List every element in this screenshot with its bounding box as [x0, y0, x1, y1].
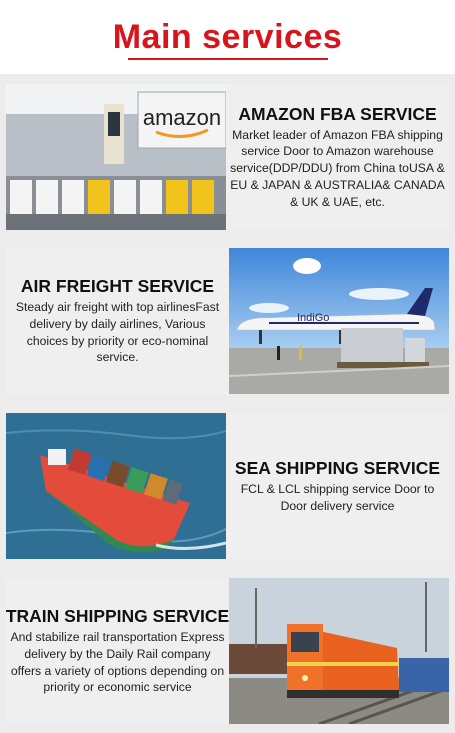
cargo-plane-image: IndiGo — [229, 248, 449, 394]
container-ship-image — [6, 413, 226, 559]
page-title-text: Main services — [112, 18, 343, 56]
service-description: And stabilize rail transportation Expres… — [10, 629, 225, 695]
service-text-amazon-fba: AMAZON FBA SERVICE Market leader of Amaz… — [226, 84, 449, 230]
title-underline — [128, 58, 328, 60]
service-description: Market leader of Amazon FBA shipping ser… — [230, 127, 445, 209]
train-image — [229, 578, 449, 724]
page-title: Main services — [0, 0, 455, 74]
service-card-amazon-fba[interactable]: amazon AMAZON FBA SERVICE Market leader … — [6, 84, 449, 230]
service-title: TRAIN SHIPPING SERVICE — [6, 605, 230, 626]
service-title: AMAZON FBA SERVICE — [238, 103, 437, 124]
service-text-sea-shipping: SEA SHIPPING SERVICE FCL & LCL shipping … — [226, 413, 449, 559]
amazon-logo-text: amazon — [143, 105, 221, 130]
service-description: FCL & LCL shipping service Door to Door … — [240, 481, 435, 513]
service-text-air-freight: AIR FREIGHT SERVICE Steady air freight w… — [6, 248, 229, 394]
service-title: AIR FREIGHT SERVICE — [20, 275, 215, 296]
amazon-warehouse-image: amazon — [6, 84, 226, 230]
service-text-train-shipping: TRAIN SHIPPING SERVICE And stabilize rai… — [6, 578, 229, 724]
service-card-air-freight[interactable]: AIR FREIGHT SERVICE Steady air freight w… — [6, 248, 449, 394]
service-title: SEA SHIPPING SERVICE — [234, 457, 441, 478]
service-description: Steady air freight with top airlinesFast… — [15, 299, 220, 365]
airline-logo-text: IndiGo — [297, 312, 329, 324]
service-card-train-shipping[interactable]: TRAIN SHIPPING SERVICE And stabilize rai… — [6, 578, 449, 724]
service-card-sea-shipping[interactable]: SEA SHIPPING SERVICE FCL & LCL shipping … — [6, 413, 449, 559]
